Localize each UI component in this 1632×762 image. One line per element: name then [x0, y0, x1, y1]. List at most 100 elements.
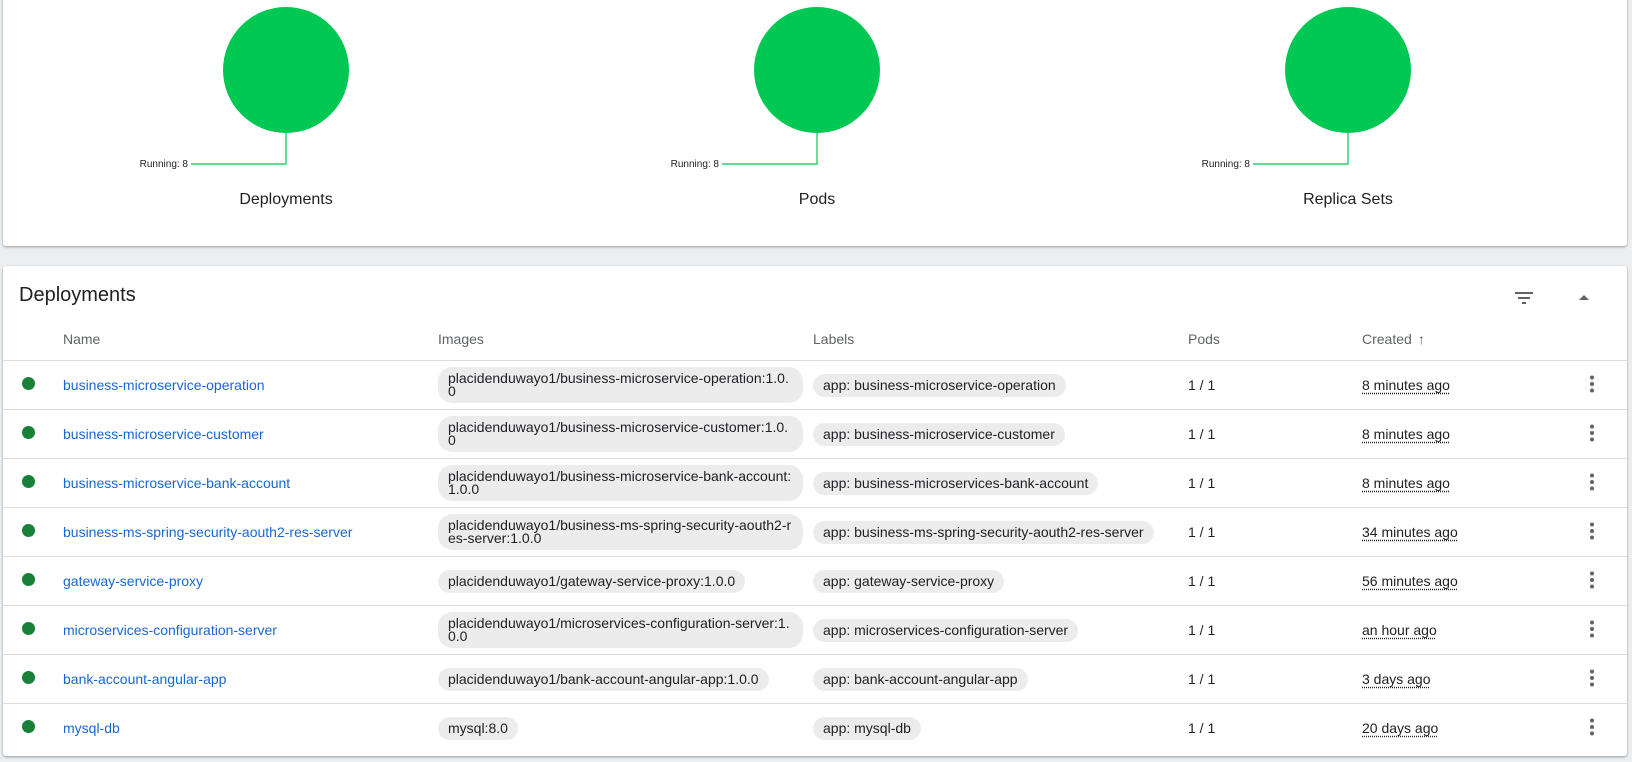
table-row: mysql-db mysql:8.0 app: mysql-db 1 / 1 2…	[3, 704, 1627, 753]
deployments-status-chart: Running: 8 Deployments	[136, 0, 536, 246]
pods-column-header: Pods	[1188, 318, 1362, 361]
pods-count: 1 / 1	[1188, 605, 1362, 655]
created-time: 3 days ago	[1362, 671, 1431, 687]
pods-pie: Running: 8	[671, 7, 880, 170]
status-running-icon	[22, 671, 35, 684]
deployments-table: Name Images Labels Pods Created ↑ busines…	[3, 318, 1627, 752]
deployments-card-title: Deployments	[19, 284, 136, 306]
image-chip: mysql:8.0	[438, 716, 518, 740]
labels-column-header: Labels	[813, 318, 1188, 361]
row-actions-button[interactable]	[1580, 372, 1604, 396]
label-chip: app: business-microservice-customer	[813, 422, 1065, 446]
name-column-header[interactable]: Name	[63, 318, 438, 361]
table-header-row: Name Images Labels Pods Created ↑	[3, 318, 1627, 361]
deployment-name-link[interactable]: business-microservice-bank-account	[63, 475, 290, 491]
row-actions-button[interactable]	[1580, 519, 1604, 543]
label-chip: app: business-ms-spring-security-aouth2-…	[813, 520, 1154, 544]
status-running-icon	[22, 573, 35, 586]
table-row: gateway-service-proxy placidenduwayo1/ga…	[3, 556, 1627, 606]
created-time: 56 minutes ago	[1362, 573, 1458, 589]
status-running-icon	[22, 524, 35, 537]
created-time: 8 minutes ago	[1362, 377, 1450, 393]
table-row: microservices-configuration-server placi…	[3, 605, 1627, 655]
row-actions-button[interactable]	[1580, 715, 1604, 739]
workload-status-card: Running: 8 Deployments Running: 8 Pods R…	[3, 0, 1627, 246]
status-running-icon	[22, 475, 35, 488]
more-vert-icon	[1590, 571, 1594, 588]
deployment-name-link[interactable]: business-ms-spring-security-aouth2-res-s…	[63, 524, 352, 540]
status-column-header	[3, 318, 63, 361]
created-time: 8 minutes ago	[1362, 426, 1450, 442]
created-time: 8 minutes ago	[1362, 475, 1450, 491]
row-actions-button[interactable]	[1580, 666, 1604, 690]
pods-count: 1 / 1	[1188, 458, 1362, 508]
deployments-running-label: Running: 8	[140, 159, 189, 170]
status-running-icon	[22, 720, 35, 733]
more-vert-icon	[1590, 522, 1594, 539]
deployment-name-link[interactable]: business-microservice-operation	[63, 377, 265, 393]
collapse-button[interactable]	[1566, 280, 1602, 316]
more-vert-icon	[1590, 424, 1594, 441]
status-running-icon	[22, 622, 35, 635]
deployments-pie: Running: 8	[140, 7, 349, 170]
row-actions-button[interactable]	[1580, 568, 1604, 592]
created-time: 20 days ago	[1362, 720, 1439, 736]
table-row: business-microservice-bank-account placi…	[3, 458, 1627, 508]
table-row: bank-account-angular-app placidenduwayo1…	[3, 654, 1627, 704]
more-vert-icon	[1590, 620, 1594, 637]
filter-button[interactable]	[1506, 280, 1542, 316]
image-chip: placidenduwayo1/business-microservice-cu…	[438, 416, 803, 452]
pods-running-label: Running: 8	[671, 159, 720, 170]
label-chip: app: microservices-configuration-server	[813, 618, 1079, 642]
deployments-list-card: Deployments Name Images Labels Pods Crea…	[3, 266, 1627, 756]
created-column-header[interactable]: Created ↑	[1362, 318, 1572, 361]
created-time: 34 minutes ago	[1362, 524, 1458, 540]
more-vert-icon	[1590, 669, 1594, 686]
deployment-name-link[interactable]: business-microservice-customer	[63, 426, 264, 442]
more-vert-icon	[1590, 375, 1594, 392]
pods-status-chart: Running: 8 Pods	[667, 0, 1067, 246]
image-chip: placidenduwayo1/microservices-configurat…	[438, 612, 803, 648]
arrow-upward-icon: ↑	[1417, 331, 1425, 347]
pods-count: 1 / 1	[1188, 409, 1362, 459]
pods-label-line	[722, 133, 818, 165]
table-row: business-microservice-operation placiden…	[3, 360, 1627, 410]
arrow-drop-up-icon	[1579, 295, 1589, 300]
deployment-name-link[interactable]: bank-account-angular-app	[63, 671, 226, 687]
images-column-header: Images	[438, 318, 813, 361]
row-actions-button[interactable]	[1580, 421, 1604, 445]
pods-count: 1 / 1	[1188, 507, 1362, 557]
deployments-label-line	[191, 133, 287, 165]
label-chip: app: gateway-service-proxy	[813, 569, 1005, 593]
image-chip: placidenduwayo1/business-microservice-ba…	[438, 465, 803, 501]
label-chip: app: bank-account-angular-app	[813, 667, 1028, 691]
replica-sets-chart-title: Replica Sets	[1303, 191, 1393, 208]
deployments-chart-title: Deployments	[239, 191, 333, 208]
deployment-name-link[interactable]: gateway-service-proxy	[63, 573, 203, 589]
status-running-icon	[22, 377, 35, 390]
deployment-name-link[interactable]: mysql-db	[63, 720, 120, 736]
table-row: business-microservice-customer placidend…	[3, 409, 1627, 459]
deployments-running-slice	[223, 7, 349, 133]
image-chip: placidenduwayo1/gateway-service-proxy:1.…	[438, 569, 746, 593]
row-actions-button[interactable]	[1580, 470, 1604, 494]
replica-sets-pie: Running: 8	[1202, 7, 1411, 170]
more-vert-icon	[1590, 473, 1594, 490]
pods-count: 1 / 1	[1188, 556, 1362, 606]
status-running-icon	[22, 426, 35, 439]
created-column-label: Created	[1362, 331, 1412, 347]
pods-chart-title: Pods	[798, 191, 836, 208]
label-chip: app: business-microservice-operation	[813, 373, 1066, 397]
more-vert-icon	[1590, 718, 1594, 735]
deployment-name-link[interactable]: microservices-configuration-server	[63, 622, 277, 638]
pods-count: 1 / 1	[1188, 654, 1362, 704]
image-chip: placidenduwayo1/business-microservice-op…	[438, 367, 803, 403]
row-actions-button[interactable]	[1580, 617, 1604, 641]
image-chip: placidenduwayo1/business-ms-spring-secur…	[438, 514, 803, 550]
replica-sets-running-label: Running: 8	[1202, 159, 1251, 170]
label-chip: app: mysql-db	[813, 716, 921, 740]
label-chip: app: business-microservices-bank-account	[813, 471, 1099, 495]
actions-column-header	[1572, 318, 1627, 361]
replica-sets-running-slice	[1285, 7, 1411, 133]
pods-count: 1 / 1	[1188, 360, 1362, 410]
